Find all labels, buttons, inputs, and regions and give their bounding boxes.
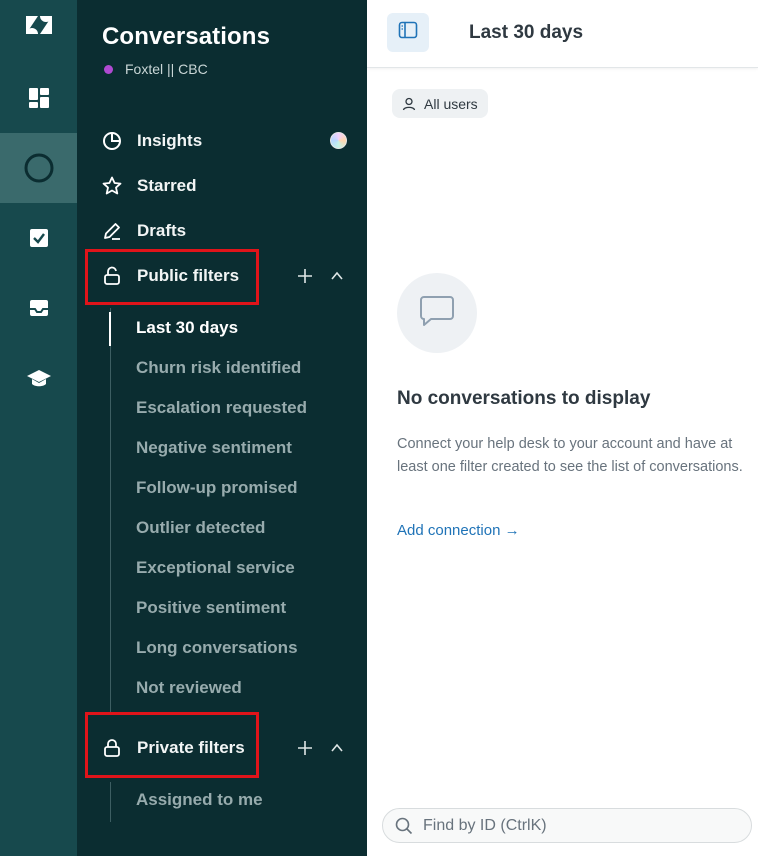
star-icon: [99, 173, 125, 199]
sidebar-panel-icon: [398, 21, 418, 44]
insights-badge-icon: [330, 132, 347, 149]
private-filters-label: Private filters: [137, 738, 245, 757]
sidebar-title: Conversations: [102, 23, 271, 50]
active-filter-indicator: [109, 312, 111, 346]
collapse-private-chevron-up-icon[interactable]: [328, 739, 346, 757]
filter-item[interactable]: Not reviewed: [136, 673, 242, 703]
filter-item[interactable]: Positive sentiment: [136, 593, 286, 623]
tasks-checkbox-icon[interactable]: [0, 203, 77, 273]
dashboard-icon[interactable]: [0, 63, 77, 133]
filter-item[interactable]: Negative sentiment: [136, 433, 292, 463]
private-filters-header[interactable]: Private filters: [99, 732, 245, 764]
filter-item[interactable]: Churn risk identified: [136, 353, 301, 383]
pencil-icon: [99, 218, 125, 244]
filter-item[interactable]: Long conversations: [136, 633, 298, 663]
search-bar: [382, 808, 752, 843]
filter-item[interactable]: Outlier detected: [136, 513, 265, 543]
public-filters-label: Public filters: [137, 266, 240, 285]
filter-item[interactable]: Escalation requested: [136, 393, 307, 423]
workspace-dot-icon: [104, 64, 113, 74]
graduation-cap-icon[interactable]: [0, 343, 77, 413]
filter-item[interactable]: Assigned to me: [136, 785, 263, 815]
empty-state-title: No conversations to display: [397, 388, 651, 409]
conversations-icon[interactable]: [0, 133, 77, 203]
filter-item[interactable]: Exceptional service: [136, 553, 295, 583]
user-icon: [402, 97, 416, 110]
collapse-public-chevron-up-icon[interactable]: [328, 267, 346, 285]
main-panel: Last 30 days All users No conversations …: [367, 0, 758, 856]
add-private-filter-plus-icon[interactable]: [296, 739, 314, 757]
filter-item[interactable]: Last 30 days: [136, 313, 238, 343]
app-rail: [0, 0, 77, 856]
public-filters-tree-line: [110, 308, 111, 713]
inbox-icon[interactable]: [0, 273, 77, 343]
conversations-sidebar: Conversations Foxtel || CBC Insights Sta…: [77, 0, 367, 856]
add-connection-link[interactable]: Add connection →: [397, 522, 520, 539]
workspace-name: Foxtel || CBC: [125, 61, 208, 77]
chat-bubble-icon: [419, 294, 455, 333]
nav-item-starred[interactable]: Starred: [99, 170, 197, 202]
public-filters-header[interactable]: Public filters: [99, 260, 239, 292]
empty-state-illustration: [397, 273, 477, 353]
search-icon: [395, 817, 413, 834]
private-filters-actions: [296, 739, 346, 757]
empty-state-description: Connect your help desk to your account a…: [397, 436, 743, 475]
nav-label: Insights: [137, 131, 203, 150]
page-title: Last 30 days: [469, 22, 584, 43]
nav-item-drafts[interactable]: Drafts: [99, 215, 186, 247]
nav-item-insights[interactable]: Insights: [99, 125, 202, 157]
top-bar: Last 30 days: [367, 0, 758, 68]
nav-label: Drafts: [137, 221, 187, 240]
lock-icon: [99, 735, 125, 761]
private-filters-tree-line: [110, 782, 111, 822]
add-public-filter-plus-icon[interactable]: [296, 267, 314, 285]
pie-chart-icon: [99, 128, 125, 154]
zendesk-logo-icon[interactable]: [0, 0, 77, 60]
chip-label: All users: [424, 95, 478, 112]
filter-item[interactable]: Follow-up promised: [136, 473, 298, 503]
nav-label: Starred: [137, 176, 197, 195]
public-filters-actions: [296, 267, 346, 285]
toggle-sidebar-button[interactable]: [387, 13, 429, 52]
unlock-icon: [99, 263, 125, 289]
workspace-label[interactable]: Foxtel || CBC: [104, 61, 208, 77]
all-users-filter-chip[interactable]: All users: [392, 89, 488, 118]
search-input[interactable]: [423, 816, 723, 835]
